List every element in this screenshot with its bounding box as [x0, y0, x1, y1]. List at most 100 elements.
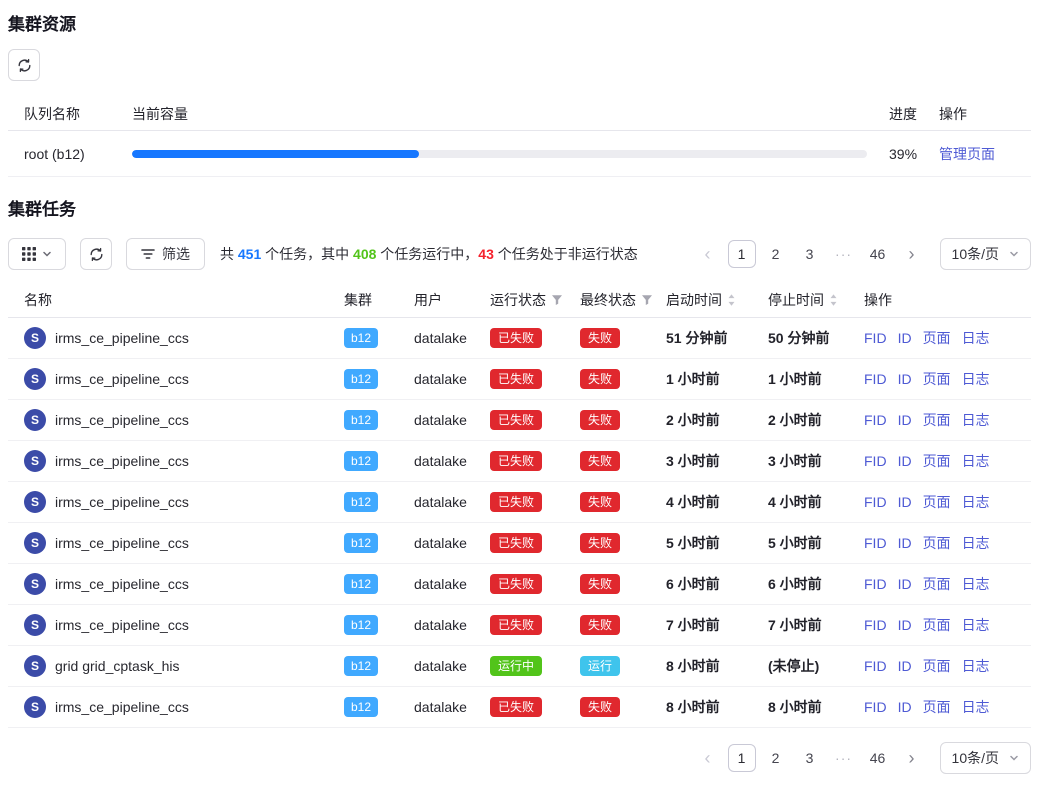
- page-size-value: 10条/页: [952, 748, 999, 768]
- sorter-icon[interactable]: [829, 293, 838, 307]
- page-link[interactable]: 页面: [923, 615, 951, 635]
- log-link[interactable]: 日志: [962, 533, 990, 553]
- stop-time: 6 小时前: [768, 574, 864, 594]
- page-link[interactable]: 页面: [923, 697, 951, 717]
- fid-link[interactable]: FID: [864, 412, 887, 428]
- pagination-page-3[interactable]: 3: [796, 240, 824, 268]
- fid-link[interactable]: FID: [864, 535, 887, 551]
- start-time: 51 分钟前: [666, 328, 768, 348]
- page-link[interactable]: 页面: [923, 451, 951, 471]
- tasks-summary: 共 451 个任务，其中 408 个任务运行中，43 个任务处于非运行状态: [219, 244, 680, 264]
- fid-link[interactable]: FID: [864, 576, 887, 592]
- log-link[interactable]: 日志: [962, 574, 990, 594]
- page-size-select[interactable]: 10条/页: [940, 238, 1031, 270]
- log-link[interactable]: 日志: [962, 328, 990, 348]
- total-count: 451: [238, 246, 261, 262]
- pagination-page-2[interactable]: 2: [762, 240, 790, 268]
- header-user: 用户: [414, 290, 490, 310]
- fid-link[interactable]: FID: [864, 330, 887, 346]
- filter-button[interactable]: 筛选: [126, 238, 205, 270]
- fid-link[interactable]: FID: [864, 699, 887, 715]
- pagination-next-icon[interactable]: ›: [898, 240, 926, 268]
- pagination-page-1[interactable]: 1: [728, 744, 756, 772]
- start-time: 3 小时前: [666, 451, 768, 471]
- table-row: S irms_ce_pipeline_ccs b12 datalake 已失败 …: [8, 482, 1031, 523]
- resources-table-header: 队列名称 当前容量 进度 操作: [8, 97, 1031, 131]
- log-link[interactable]: 日志: [962, 656, 990, 676]
- tasks-table-body: S irms_ce_pipeline_ccs b12 datalake 已失败 …: [8, 318, 1031, 728]
- pagination-page-3[interactable]: 3: [796, 744, 824, 772]
- pagination-prev-icon[interactable]: ‹: [694, 240, 722, 268]
- pagination-ellipsis[interactable]: ···: [830, 240, 858, 268]
- page: 集群资源 队列名称 当前容量 进度 操作: [0, 0, 1039, 774]
- page-link[interactable]: 页面: [923, 410, 951, 430]
- id-link[interactable]: ID: [898, 535, 912, 551]
- resources-refresh-button[interactable]: [8, 49, 40, 81]
- filter-funnel-icon[interactable]: [641, 294, 653, 306]
- pagination-page-46[interactable]: 46: [864, 744, 892, 772]
- start-time: 8 小时前: [666, 697, 768, 717]
- stop-time: (未停止): [768, 656, 864, 676]
- log-link[interactable]: 日志: [962, 697, 990, 717]
- task-avatar: S: [24, 327, 46, 349]
- log-link[interactable]: 日志: [962, 410, 990, 430]
- fid-link[interactable]: FID: [864, 617, 887, 633]
- page-size-select[interactable]: 10条/页: [940, 742, 1031, 774]
- start-time: 7 小时前: [666, 615, 768, 635]
- log-link[interactable]: 日志: [962, 615, 990, 635]
- fid-link[interactable]: FID: [864, 371, 887, 387]
- task-name: irms_ce_pipeline_ccs: [55, 330, 189, 346]
- manage-page-link[interactable]: 管理页面: [939, 146, 995, 162]
- summary-text: 个任务处于非运行状态: [494, 246, 638, 262]
- user-name: datalake: [414, 330, 490, 346]
- column-settings-button[interactable]: [8, 238, 66, 270]
- id-link[interactable]: ID: [898, 330, 912, 346]
- task-name: irms_ce_pipeline_ccs: [55, 371, 189, 387]
- cluster-tag: b12: [344, 492, 378, 512]
- summary-text: 个任务运行中，: [376, 246, 478, 262]
- id-link[interactable]: ID: [898, 699, 912, 715]
- summary-text: 共: [220, 246, 238, 262]
- header-final-status: 最终状态: [580, 290, 636, 310]
- fid-link[interactable]: FID: [864, 494, 887, 510]
- tasks-refresh-button[interactable]: [80, 238, 112, 270]
- id-link[interactable]: ID: [898, 412, 912, 428]
- final-status-tag: 失败: [580, 492, 620, 512]
- header-progress: 进度: [889, 104, 939, 124]
- pagination-ellipsis[interactable]: ···: [830, 744, 858, 772]
- log-link[interactable]: 日志: [962, 492, 990, 512]
- id-link[interactable]: ID: [898, 576, 912, 592]
- page-link[interactable]: 页面: [923, 369, 951, 389]
- resources-section-title: 集群资源: [8, 14, 1031, 36]
- user-name: datalake: [414, 494, 490, 510]
- log-link[interactable]: 日志: [962, 451, 990, 471]
- sorter-icon[interactable]: [727, 293, 736, 307]
- id-link[interactable]: ID: [898, 371, 912, 387]
- header-queue-name: 队列名称: [8, 104, 132, 124]
- pagination-next-icon[interactable]: ›: [898, 744, 926, 772]
- stop-time: 3 小时前: [768, 451, 864, 471]
- stop-time: 7 小时前: [768, 615, 864, 635]
- id-link[interactable]: ID: [898, 658, 912, 674]
- cluster-tag: b12: [344, 574, 378, 594]
- id-link[interactable]: ID: [898, 617, 912, 633]
- final-status-tag: 失败: [580, 533, 620, 553]
- pagination-page-2[interactable]: 2: [762, 744, 790, 772]
- page-link[interactable]: 页面: [923, 533, 951, 553]
- stop-time: 2 小时前: [768, 410, 864, 430]
- filter-funnel-icon[interactable]: [551, 294, 563, 306]
- pagination-prev-icon[interactable]: ‹: [694, 744, 722, 772]
- pagination-page-46[interactable]: 46: [864, 240, 892, 268]
- page-link[interactable]: 页面: [923, 492, 951, 512]
- log-link[interactable]: 日志: [962, 369, 990, 389]
- id-link[interactable]: ID: [898, 453, 912, 469]
- pagination-page-1[interactable]: 1: [728, 240, 756, 268]
- run-status-tag: 已失败: [490, 410, 542, 430]
- fid-link[interactable]: FID: [864, 658, 887, 674]
- page-link[interactable]: 页面: [923, 574, 951, 594]
- id-link[interactable]: ID: [898, 494, 912, 510]
- page-link[interactable]: 页面: [923, 328, 951, 348]
- fid-link[interactable]: FID: [864, 453, 887, 469]
- cluster-tag: b12: [344, 410, 378, 430]
- page-link[interactable]: 页面: [923, 656, 951, 676]
